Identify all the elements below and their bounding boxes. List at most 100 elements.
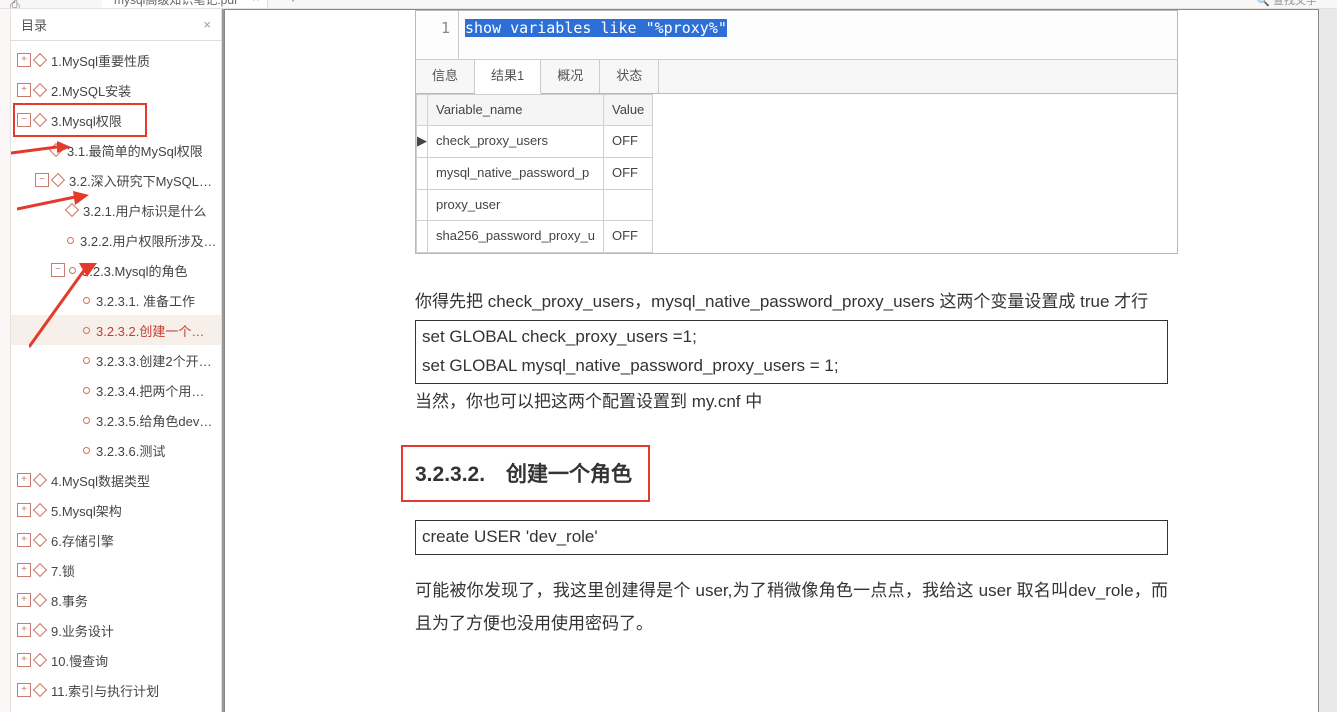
close-icon[interactable]: × <box>252 0 259 2</box>
document-tab[interactable]: mysql高级知识笔记.pdf × <box>102 0 268 8</box>
search-hint[interactable]: 🔍 查找文字 <box>1256 0 1337 8</box>
line-number: 1 <box>416 11 459 59</box>
tree-item-9[interactable]: 9.业务设计 <box>11 615 221 645</box>
tree-item-7[interactable]: 7.锁 <box>11 555 221 585</box>
table-row[interactable]: ▶ check_proxy_users OFF <box>417 126 653 158</box>
tree-item-12[interactable]: 12.SQL优化 <box>11 705 221 712</box>
tab-status[interactable]: 状态 <box>600 60 659 93</box>
document-tab-title: mysql高级知识笔记.pdf <box>114 0 237 7</box>
paragraph: 可能被你发现了，我这里创建得是个 user,为了稍微像角色一点点，我给这 use… <box>415 575 1168 640</box>
bullet-icon <box>83 447 90 454</box>
paragraph: 你得先把 check_proxy_users，mysql_native_pass… <box>415 286 1168 318</box>
col-value: Value <box>604 94 653 126</box>
paragraph: 当然，你也可以把这两个配置设置到 my.cnf 中 <box>415 386 1168 418</box>
bullet-icon <box>83 387 90 394</box>
tree-item-3-2[interactable]: 3.2.深入研究下MySQL权限 <box>11 165 221 195</box>
tree-item-3-2-3-2-active[interactable]: 3.2.3.2.创建一个角色 <box>11 315 221 345</box>
tree-item-3-2-2[interactable]: 3.2.2.用户权限所涉及的表 <box>11 225 221 255</box>
bullet-icon <box>83 417 90 424</box>
body: 目录 × 1.MySql重要性质 2.MySQL安装 3.Mysql权限 <box>0 9 1337 712</box>
tab-result1[interactable]: 结果1 <box>475 60 541 94</box>
print-icon[interactable] <box>36 0 52 8</box>
table-row[interactable]: mysql_native_password_p OFF <box>417 158 653 190</box>
tree-item-4[interactable]: 4.MySql数据类型 <box>11 465 221 495</box>
save-icon[interactable]: ⎙ <box>10 0 26 8</box>
code-block: set GLOBAL check_proxy_users =1; set GLO… <box>415 320 1168 384</box>
code-line: set GLOBAL check_proxy_users =1; <box>422 323 1161 352</box>
collapse-icon[interactable] <box>51 263 65 277</box>
search-icon: 🔍 <box>1256 0 1270 7</box>
section-icon <box>49 143 63 157</box>
outline-tree: 1.MySql重要性质 2.MySQL安装 3.Mysql权限 3.1.最简单的… <box>11 41 221 712</box>
sql-result-panel: 1 show variables like "%proxy%" 信息 结果1 概… <box>415 10 1178 254</box>
expand-icon[interactable] <box>17 683 31 697</box>
tab-info[interactable]: 信息 <box>416 60 475 93</box>
table-row[interactable]: proxy_user <box>417 189 653 221</box>
tree-item-11[interactable]: 11.索引与执行计划 <box>11 675 221 705</box>
section-icon <box>51 173 65 187</box>
section-icon <box>33 473 47 487</box>
tab-profile[interactable]: 概况 <box>541 60 600 93</box>
code-line: create USER 'dev_role' <box>422 527 598 546</box>
collapse-icon[interactable] <box>17 113 31 127</box>
expand-icon[interactable] <box>17 593 31 607</box>
collapse-icon[interactable] <box>35 173 49 187</box>
tree-item-3-2-3-3[interactable]: 3.2.3.3.创建2个开发人 <box>11 345 221 375</box>
tree-item-10[interactable]: 10.慢查询 <box>11 645 221 675</box>
section-icon <box>33 683 47 697</box>
expand-icon[interactable] <box>17 53 31 67</box>
result-table: Variable_name Value ▶ check_proxy_users … <box>416 94 653 253</box>
tree-item-3-2-3-5[interactable]: 3.2.3.5.给角色dev_role <box>11 405 221 435</box>
table-row[interactable]: sha256_password_proxy_u OFF <box>417 221 653 253</box>
tree-item-3-2-3-1[interactable]: 3.2.3.1. 准备工作 <box>11 285 221 315</box>
sql-query-text: show variables like "%proxy%" <box>459 11 1177 59</box>
tree-item-8[interactable]: 8.事务 <box>11 585 221 615</box>
result-tabs: 信息 结果1 概况 状态 <box>416 60 1177 94</box>
table-header-row: Variable_name Value <box>417 94 653 126</box>
expand-icon[interactable] <box>17 623 31 637</box>
tree-item-3-2-3-4[interactable]: 3.2.3.4.把两个用户加到 <box>11 375 221 405</box>
document-page: 1 show variables like "%proxy%" 信息 结果1 概… <box>224 9 1319 712</box>
bullet-icon <box>67 237 74 244</box>
sidebar-close-icon[interactable]: × <box>203 17 211 32</box>
expand-icon[interactable] <box>17 563 31 577</box>
tree-item-1[interactable]: 1.MySql重要性质 <box>11 45 221 75</box>
sql-editor-row: 1 show variables like "%proxy%" <box>416 11 1177 60</box>
bullet-icon <box>83 297 90 304</box>
section-icon <box>33 623 47 637</box>
sidebar-header: 目录 × <box>11 9 221 41</box>
new-tab-button[interactable]: + <box>288 0 297 8</box>
section-icon <box>33 593 47 607</box>
outline-sidebar: 目录 × 1.MySql重要性质 2.MySQL安装 3.Mysql权限 <box>11 9 222 712</box>
section-icon <box>33 503 47 517</box>
code-line: set GLOBAL mysql_native_password_proxy_u… <box>422 352 1161 381</box>
expand-icon[interactable] <box>17 503 31 517</box>
page-content: 1 show variables like "%proxy%" 信息 结果1 概… <box>225 10 1318 640</box>
document-viewer[interactable]: 1 show variables like "%proxy%" 信息 结果1 概… <box>222 9 1337 712</box>
section-icon <box>33 653 47 667</box>
section-icon <box>33 113 47 127</box>
tree-item-3-2-3[interactable]: 3.2.3.Mysql的角色 <box>11 255 221 285</box>
expand-icon[interactable] <box>17 83 31 97</box>
sidebar-title: 目录 <box>21 15 47 34</box>
section-heading: 3.2.3.2. 创建一个角色 <box>415 455 632 495</box>
tree-item-3-1[interactable]: 3.1.最简单的MySql权限 <box>11 135 221 165</box>
section-icon <box>33 533 47 547</box>
expand-icon[interactable] <box>17 653 31 667</box>
window-topbar: ⎙ mysql高级知识笔记.pdf × + 🔍 查找文字 <box>0 0 1337 9</box>
tree-item-2[interactable]: 2.MySQL安装 <box>11 75 221 105</box>
col-variable-name: Variable_name <box>428 94 604 126</box>
bullet-icon <box>83 327 90 334</box>
tree-item-3-2-1[interactable]: 3.2.1.用户标识是什么 <box>11 195 221 225</box>
expand-icon[interactable] <box>17 533 31 547</box>
tree-item-3[interactable]: 3.Mysql权限 <box>11 105 221 135</box>
section-icon <box>33 563 47 577</box>
app-root: ⎙ mysql高级知识笔记.pdf × + 🔍 查找文字 目录 × <box>0 0 1337 712</box>
tree-item-3-2-3-6[interactable]: 3.2.3.6.测试 <box>11 435 221 465</box>
tree-item-6[interactable]: 6.存储引擎 <box>11 525 221 555</box>
tree-item-5[interactable]: 5.Mysql架构 <box>11 495 221 525</box>
expand-icon[interactable] <box>17 473 31 487</box>
code-block: create USER 'dev_role' <box>415 520 1168 555</box>
section-icon <box>65 203 79 217</box>
section-icon <box>33 83 47 97</box>
